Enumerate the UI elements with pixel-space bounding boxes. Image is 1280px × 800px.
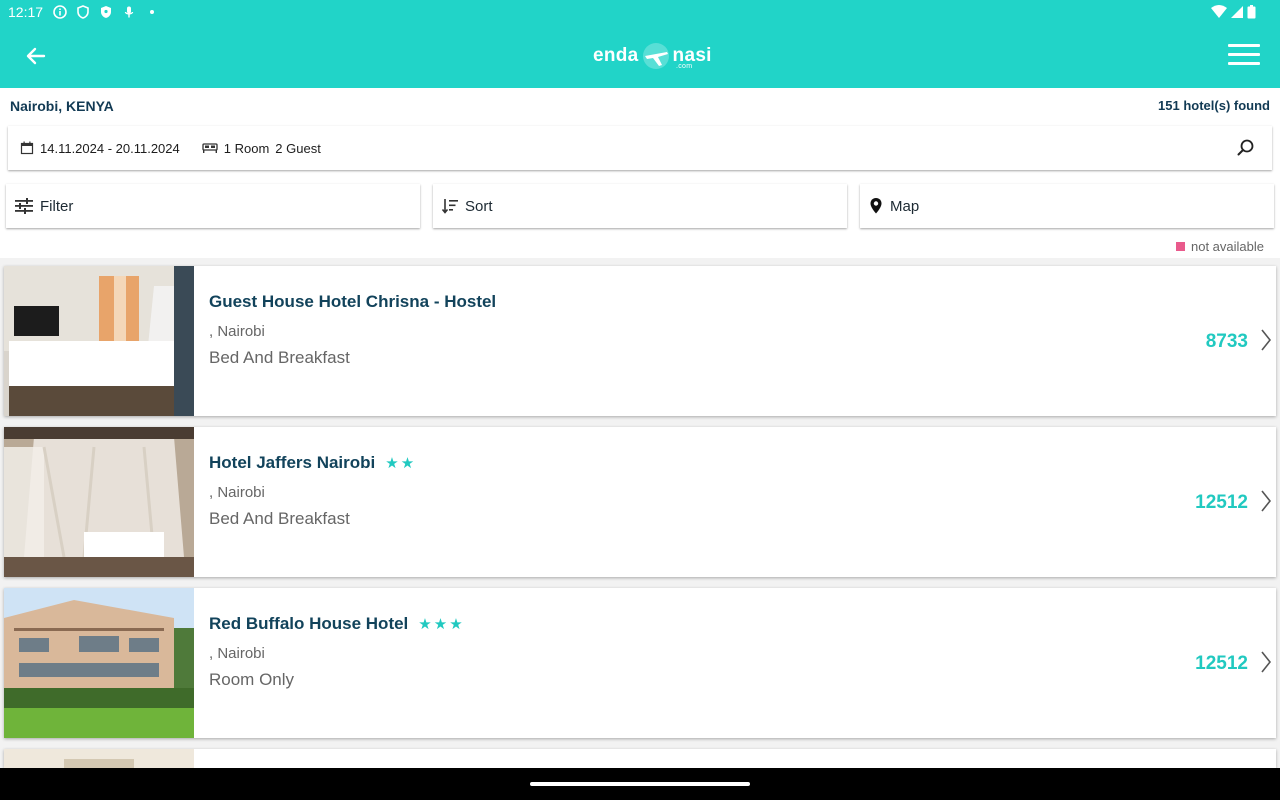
cell-signal-icon <box>1231 5 1243 22</box>
back-arrow-icon <box>26 47 46 65</box>
bed-icon <box>202 143 218 153</box>
sort-button[interactable]: Sort <box>433 184 847 228</box>
chevron-right-icon <box>1261 490 1272 512</box>
map-button[interactable]: Map <box>860 184 1274 228</box>
hotel-photo <box>4 427 194 577</box>
map-pin-icon <box>870 198 882 214</box>
info-icon <box>53 5 67 19</box>
hotel-city: , Nairobi <box>209 484 265 501</box>
guest-count: 2 Guest <box>275 140 321 156</box>
star-rating: ★★★ <box>418 616 465 633</box>
date-range-text: 14.11.2024 - 20.11.2024 <box>40 140 180 156</box>
hotel-name: Guest House Hotel Chrisna - Hostel <box>209 292 497 311</box>
chevron-right-icon <box>1261 329 1272 351</box>
calendar-icon <box>20 141 34 155</box>
brand-text-left: enda <box>593 45 639 66</box>
hotel-name-row: Guest House Hotel Chrisna - Hostel <box>209 292 506 312</box>
microphone-icon <box>122 5 136 19</box>
hotel-board-type: Bed And Breakfast <box>209 348 350 367</box>
hamburger-icon-line <box>1228 53 1260 56</box>
hotel-photo <box>4 266 194 416</box>
filter-sliders-icon <box>15 198 33 214</box>
hotel-name: Hotel Jaffers Nairobi <box>209 453 376 472</box>
availability-legend: not available <box>1176 239 1264 254</box>
date-range: 14.11.2024 - 20.11.2024 <box>20 141 180 156</box>
sort-label: Sort <box>465 197 493 215</box>
room-guest-summary: 1 Room 2 Guest <box>202 141 321 156</box>
filter-label: Filter <box>40 197 74 215</box>
hotel-card[interactable]: Red Buffalo House Hotel ★★★ , Nairobi Ro… <box>4 588 1276 738</box>
app-bar: enda nasi .com <box>0 24 1280 88</box>
status-time: 12:17 <box>8 4 44 20</box>
map-label: Map <box>890 197 920 215</box>
chevron-right-icon <box>1261 651 1272 673</box>
hotel-price: 12512 <box>1195 492 1248 513</box>
hotel-photo <box>4 749 194 768</box>
hotel-board-type: Room Only <box>209 670 295 689</box>
menu-button[interactable] <box>1228 44 1260 68</box>
toolbar: Filter Sort Map <box>6 184 1274 228</box>
hotel-name-row: Hotel Jaffers Nairobi ★★ <box>209 453 416 473</box>
system-navigation-bar <box>0 768 1280 800</box>
airplane-icon <box>641 41 671 71</box>
dot-icon <box>145 5 159 19</box>
hotel-card[interactable]: Guest House Hotel Chrisna - Hostel , Nai… <box>4 266 1276 416</box>
brand-logo: enda nasi .com <box>593 38 712 74</box>
room-count: 1 Room <box>223 140 270 156</box>
hotel-price: 8733 <box>1205 331 1248 352</box>
vpn-shield-icon <box>99 5 113 19</box>
search-summary-bar[interactable]: 14.11.2024 - 20.11.2024 1 Room 2 Guest <box>8 126 1272 170</box>
home-gesture-handle[interactable] <box>530 782 750 786</box>
legend-swatch <box>1176 242 1185 251</box>
status-bar: 12:17 <box>0 0 1280 24</box>
hamburger-icon-line <box>1228 44 1260 47</box>
hotel-photo <box>4 588 194 738</box>
star-rating: ★★ <box>385 455 417 472</box>
wifi-icon <box>1211 5 1227 22</box>
hotel-board-type: Bed And Breakfast <box>209 509 350 528</box>
search-icon[interactable] <box>1236 138 1256 158</box>
hotel-name-row: Red Buffalo House Hotel ★★★ <box>209 614 465 634</box>
legend-label: not available <box>1191 239 1264 254</box>
location-title: Nairobi, KENYA <box>10 98 114 114</box>
results-count: 151 hotel(s) found <box>1158 98 1270 113</box>
sort-icon <box>441 199 458 214</box>
hotel-card[interactable] <box>4 749 1276 768</box>
hotel-price: 12512 <box>1195 653 1248 674</box>
hamburger-icon-line <box>1228 62 1260 65</box>
hotel-city: , Nairobi <box>209 323 265 340</box>
hotel-city: , Nairobi <box>209 645 265 662</box>
brand-domain-suffix: .com <box>676 63 693 70</box>
battery-icon <box>1247 5 1256 22</box>
shield-icon <box>76 5 90 19</box>
filter-button[interactable]: Filter <box>6 184 420 228</box>
back-button[interactable] <box>22 42 50 70</box>
hotel-name: Red Buffalo House Hotel <box>209 614 409 633</box>
hotel-card[interactable]: Hotel Jaffers Nairobi ★★ , Nairobi Bed A… <box>4 427 1276 577</box>
